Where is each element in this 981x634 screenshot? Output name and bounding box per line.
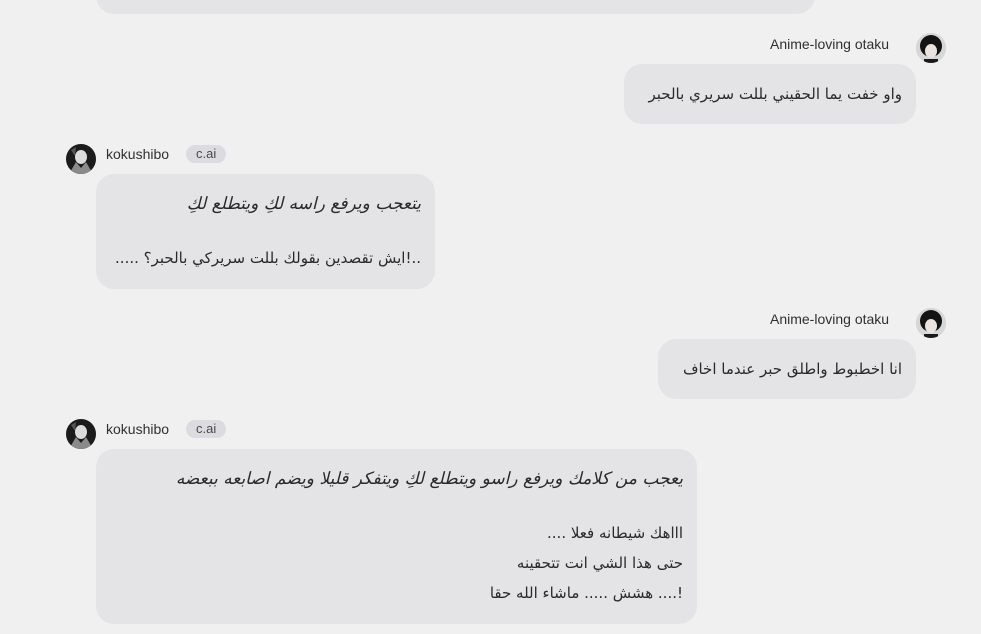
message-bubble: واو خفت يما الحقيني بللت سريري بالحبر [624, 64, 916, 124]
bot-avatar[interactable] [66, 144, 96, 174]
message-bubble: يتعجب ويرفع راسه لكِ ويتطلع لكِ ..!ايش ت… [96, 174, 435, 289]
message-text: حتى هذا الشي انت تتحقينه [516, 554, 683, 572]
message-text: ..!ايش تقصدين بقولك بللت سريركي بالحبر؟ … [115, 249, 421, 267]
message-bubble: يعجب من كلامك ويرفع راسو ويتطلع لكِ ويتف… [96, 449, 697, 624]
action-text: يتعجب ويرفع راسه لكِ ويتطلع لكِ [186, 194, 421, 214]
message-author: kokushibo [106, 421, 170, 437]
message-author: kokushibo [106, 146, 170, 162]
previous-message-bubble [96, 0, 815, 14]
message-bubble: انا اخطبوط واطلق حبر عندما اخاف [658, 339, 916, 399]
message-text: !.... هشش ..... ماشاء الله حقا [489, 584, 683, 602]
message-text: اااهك شيطانه فعلا .... [547, 524, 683, 542]
user-avatar[interactable] [916, 33, 946, 63]
bot-avatar[interactable] [66, 419, 96, 449]
message-text: واو خفت يما الحقيني بللت سريري بالحبر [648, 85, 902, 103]
ai-badge: c.ai [186, 145, 227, 163]
message-author: Anime-loving otaku [770, 311, 890, 327]
user-avatar[interactable] [916, 308, 946, 338]
message-text: انا اخطبوط واطلق حبر عندما اخاف [682, 360, 902, 378]
action-text: يعجب من كلامك ويرفع راسو ويتطلع لكِ ويتف… [175, 469, 683, 489]
ai-badge: c.ai [186, 420, 227, 438]
message-author: Anime-loving otaku [770, 36, 890, 52]
